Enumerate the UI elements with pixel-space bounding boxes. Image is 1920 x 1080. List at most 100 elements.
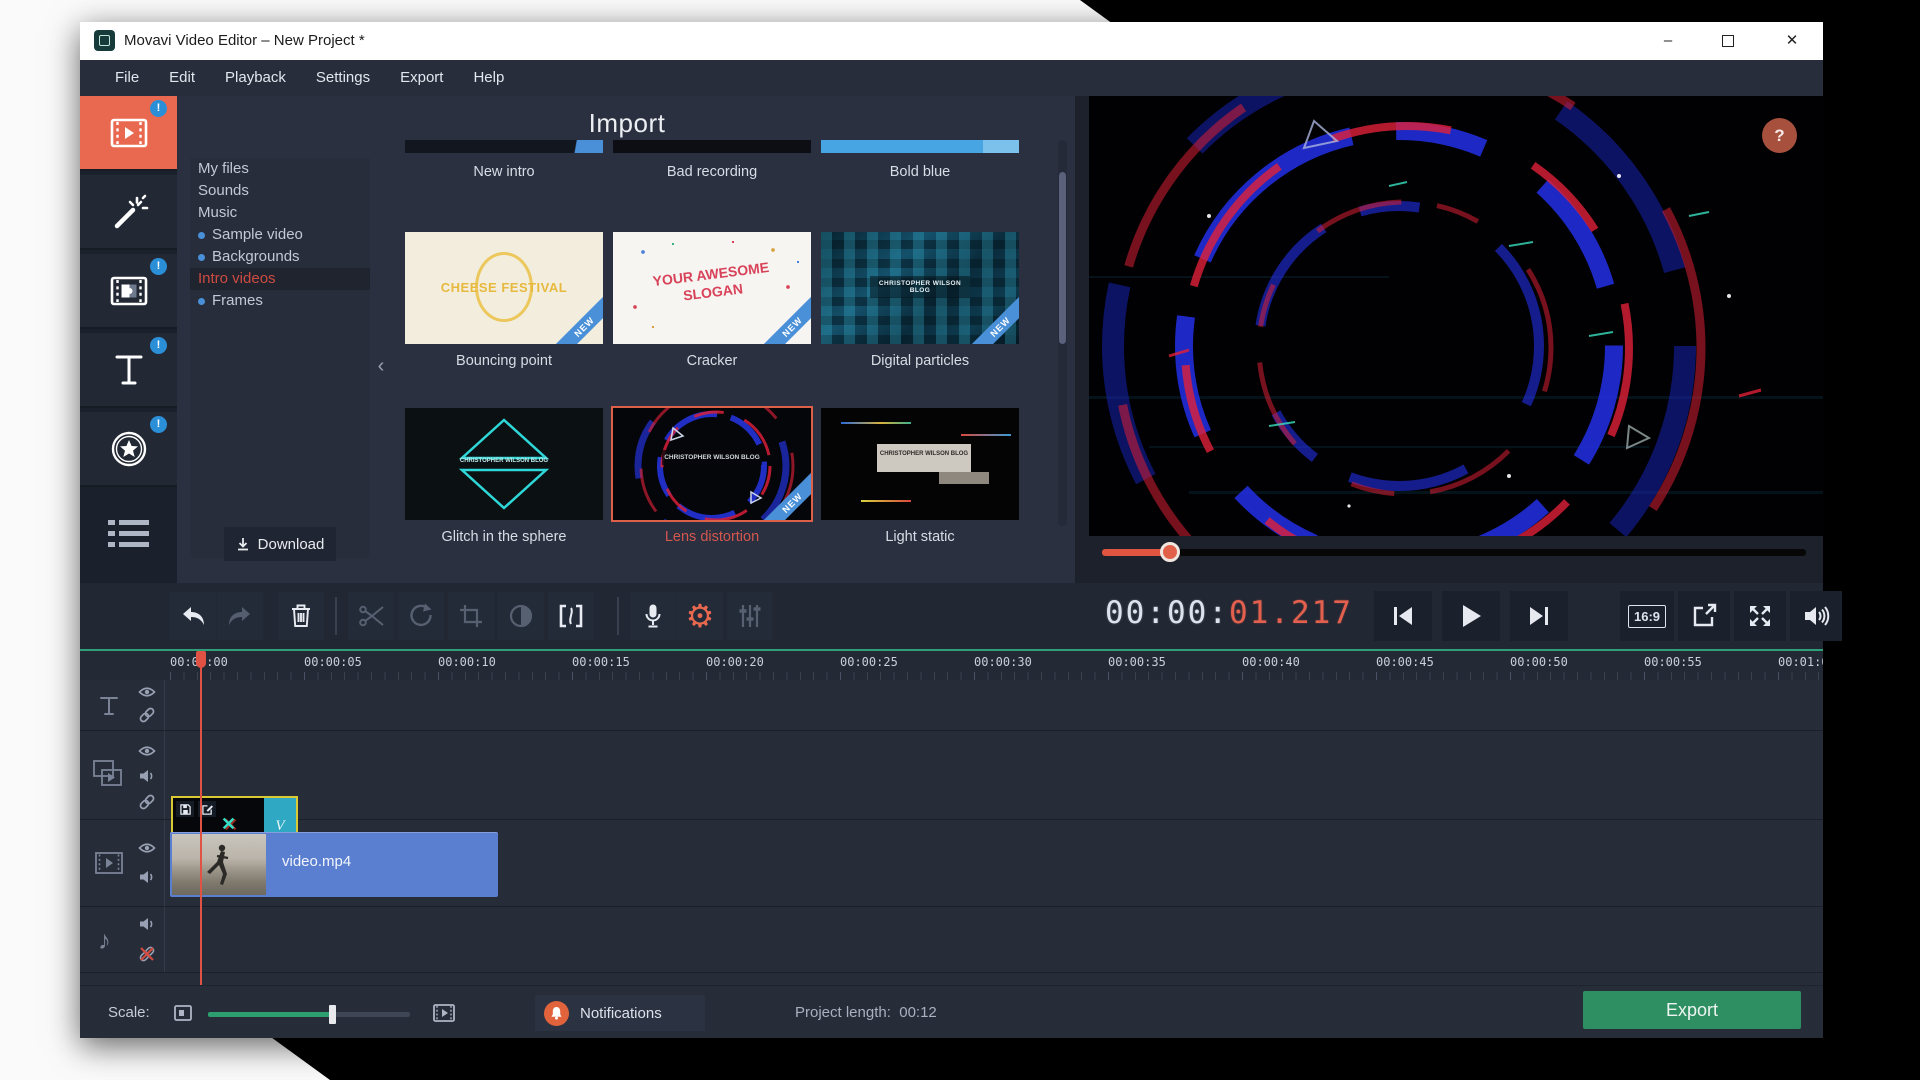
- preview-seekbar[interactable]: [1102, 542, 1806, 562]
- import-category-list: My files Sounds Music Sample video Backg…: [190, 158, 370, 558]
- aspect-ratio-button[interactable]: 16:9: [1620, 591, 1674, 641]
- download-button[interactable]: Download: [224, 527, 336, 561]
- delete-button[interactable]: [278, 592, 324, 640]
- library-item-cracker[interactable]: YOUR AWESOME SLOGAN NEW: [613, 232, 811, 344]
- overlay-track[interactable]: ✕ V: [80, 731, 1823, 885]
- scale-slider[interactable]: [208, 1005, 410, 1024]
- film-puzzle-icon: [110, 276, 147, 305]
- mute-toggle-icon[interactable]: [139, 870, 155, 884]
- category-sounds[interactable]: Sounds: [190, 180, 370, 202]
- sticker-star-icon: [111, 431, 146, 466]
- menu-help[interactable]: Help: [458, 60, 519, 96]
- maximize-icon: [1722, 35, 1734, 47]
- link-toggle-icon[interactable]: [138, 793, 156, 811]
- playhead-line[interactable]: [200, 651, 202, 985]
- export-button[interactable]: Export: [1583, 991, 1801, 1029]
- zoom-out-frame-icon[interactable]: [174, 1005, 192, 1021]
- ruler-ticks: [170, 672, 1823, 680]
- close-button[interactable]: ✕: [1769, 22, 1815, 60]
- category-backgrounds[interactable]: Backgrounds: [190, 246, 370, 268]
- library-item-lens-distortion[interactable]: CHRISTOPHER WILSON BLOG NEW: [611, 406, 813, 522]
- menu-export[interactable]: Export: [385, 60, 458, 96]
- library-item-label: Cracker: [686, 353, 738, 369]
- category-my-files[interactable]: My files: [190, 158, 370, 180]
- volume-button[interactable]: [1790, 591, 1842, 641]
- video-track[interactable]: video.mp4: [80, 820, 1823, 907]
- clip-properties-button[interactable]: ⚙: [677, 592, 723, 640]
- visibility-toggle-icon[interactable]: [138, 686, 156, 698]
- mute-toggle-icon[interactable]: [139, 917, 155, 931]
- skip-back-icon: [1394, 607, 1412, 625]
- fullscreen-button[interactable]: [1734, 591, 1786, 641]
- sidebar-item-import[interactable]: !: [80, 96, 177, 171]
- video-clip[interactable]: video.mp4: [170, 832, 498, 897]
- link-toggle-icon[interactable]: [138, 706, 156, 724]
- scale-slider-handle[interactable]: [329, 1005, 336, 1024]
- transition-icon: [559, 604, 583, 628]
- menu-playback[interactable]: Playback: [210, 60, 301, 96]
- collapse-panel-chevron[interactable]: ‹: [373, 346, 389, 386]
- record-voice-button[interactable]: [630, 592, 676, 640]
- sidebar-item-stickers[interactable]: !: [80, 412, 177, 487]
- video-clip-thumbnail: [172, 834, 266, 895]
- titlebar[interactable]: Movavi Video Editor – New Project * – ✕: [80, 22, 1823, 60]
- menu-file[interactable]: File: [100, 60, 154, 96]
- library-item-light-static[interactable]: CHRISTOPHER WILSON BLOG: [821, 408, 1019, 520]
- visibility-toggle-icon[interactable]: [138, 842, 156, 854]
- library-scrollbar[interactable]: [1058, 140, 1067, 526]
- transition-wizard-button[interactable]: [548, 592, 594, 640]
- ruler-label: 00:00:45: [1376, 655, 1434, 669]
- sidebar-item-transitions[interactable]: !: [80, 254, 177, 329]
- menu-edit[interactable]: Edit: [154, 60, 210, 96]
- sidebar-item-track-list[interactable]: [106, 514, 151, 554]
- notifications-button[interactable]: Notifications: [535, 995, 705, 1031]
- library-item-label: Digital particles: [870, 353, 970, 369]
- seekbar-handle[interactable]: [1160, 542, 1180, 562]
- next-frame-button[interactable]: [1510, 591, 1568, 641]
- bell-icon: [544, 1000, 569, 1026]
- statusbar: Scale: Notifications Project length: 00:…: [80, 985, 1823, 1038]
- mute-toggle-icon[interactable]: [139, 769, 155, 783]
- library-item-glitch-in-the-sphere[interactable]: CHRISTOPHER WILSON BLOG: [405, 408, 603, 520]
- audio-properties-button[interactable]: [727, 592, 773, 640]
- timeline-ruler[interactable]: 00:00:00 00:00:05 00:00:10 00:00:15 00:0…: [80, 651, 1823, 680]
- library-item-bouncing-point[interactable]: CHEESE FESTIVAL NEW: [405, 232, 603, 344]
- category-frames[interactable]: Frames: [190, 290, 370, 312]
- audio-track[interactable]: ♪: [80, 907, 1823, 973]
- redo-icon: [229, 607, 250, 625]
- undo-button[interactable]: [170, 592, 216, 640]
- detach-preview-button[interactable]: [1678, 591, 1730, 641]
- category-sample-video[interactable]: Sample video: [190, 224, 370, 246]
- library-item-bold-blue[interactable]: [821, 140, 1019, 153]
- ruler-label: 00:00:40: [1242, 655, 1300, 669]
- title-track[interactable]: [80, 680, 1823, 731]
- preview-video[interactable]: [1089, 96, 1823, 536]
- split-button[interactable]: [348, 592, 394, 640]
- color-adjust-button[interactable]: [498, 592, 544, 640]
- library-item-bad-recording[interactable]: [613, 140, 811, 153]
- zoom-in-frame-icon[interactable]: [432, 1003, 456, 1023]
- unlink-icon[interactable]: [138, 945, 156, 963]
- maximize-button[interactable]: [1705, 22, 1751, 60]
- rotate-button[interactable]: [398, 592, 444, 640]
- redo-button[interactable]: [217, 592, 263, 640]
- film-play-icon: [110, 118, 147, 147]
- minimize-button[interactable]: –: [1645, 22, 1691, 60]
- help-button[interactable]: ?: [1762, 118, 1797, 153]
- menu-settings[interactable]: Settings: [301, 60, 385, 96]
- play-button[interactable]: [1442, 591, 1500, 641]
- download-icon: [237, 538, 248, 551]
- toolbar-divider: [335, 597, 337, 635]
- library-item-digital-particles[interactable]: CHRISTOPHER WILSON BLOG NEW: [821, 232, 1019, 344]
- sidebar-item-filters[interactable]: [80, 175, 177, 250]
- visibility-toggle-icon[interactable]: [138, 745, 156, 757]
- crop-button[interactable]: [448, 592, 494, 640]
- scrollbar-thumb[interactable]: [1059, 172, 1066, 344]
- playhead-handle[interactable]: [196, 651, 206, 668]
- category-intro-videos[interactable]: Intro videos: [190, 268, 370, 290]
- sidebar-item-titles[interactable]: !: [80, 333, 177, 408]
- library-item-new-intro[interactable]: [405, 140, 603, 153]
- thumb-caption: CHRISTOPHER WILSON BLOG: [870, 276, 970, 298]
- category-music[interactable]: Music: [190, 202, 370, 224]
- previous-frame-button[interactable]: [1374, 591, 1432, 641]
